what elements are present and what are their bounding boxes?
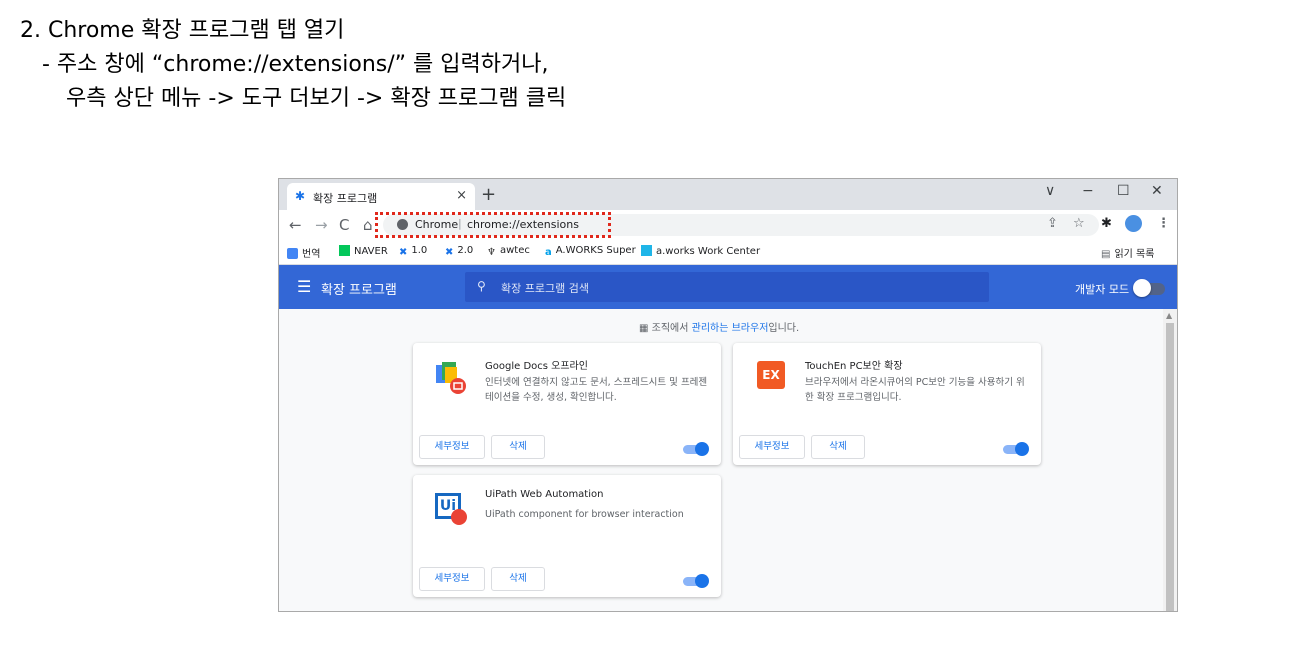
forward-button[interactable]: → [315, 216, 328, 234]
bookmark-label: awtec [499, 245, 530, 256]
new-tab-button[interactable]: + [481, 184, 496, 205]
reading-list-icon: ▤ [1101, 249, 1111, 260]
managed-suffix: 입니다. [768, 323, 800, 334]
offline-badge-icon [451, 509, 467, 525]
extension-description: 인터넷에 연결하지 않고도 문서, 스프레드시트 및 프레젠테이션을 수정, 생… [485, 377, 708, 403]
page-title: 확장 프로그램 [321, 283, 397, 298]
managed-browser-link[interactable]: 관리하는 브라우저 [692, 323, 769, 334]
hamburger-menu-icon[interactable]: ☰ [297, 277, 311, 296]
translate-icon [287, 248, 298, 259]
extensions-search-input[interactable]: ⚲ 확장 프로그램 검색 [465, 272, 989, 302]
profile-avatar[interactable] [1125, 215, 1142, 232]
tab-title: 확장 프로그램 [313, 192, 378, 205]
menu-dots-icon[interactable]: ⋮ [1157, 216, 1170, 231]
extension-card: Google Docs 오프라인 인터넷에 연결하지 않고도 문서, 스프레드시… [413, 343, 721, 465]
tab-search-chevron-icon[interactable]: ∨ [1045, 183, 1055, 199]
extension-name: TouchEn PC보안 확장 [805, 361, 903, 372]
extension-card: Ui UiPath Web Automation UiPath componen… [413, 475, 721, 597]
bookmark-uipath-1[interactable]: ✖ 1.0 [399, 245, 427, 258]
extension-name: UiPath Web Automation [485, 489, 604, 500]
uipath-ui-icon: Ui [433, 491, 469, 527]
search-icon: ⚲ [477, 279, 486, 293]
slide-instruction-line-2: 우측 상단 메뉴 -> 도구 더보기 -> 확장 프로그램 클릭 [66, 86, 567, 111]
reload-button[interactable]: C [339, 216, 349, 234]
bookmark-label: a.works Work Center [656, 246, 761, 257]
developer-mode-label: 개발자 모드 [1075, 283, 1130, 296]
reading-list-label: 읽기 목록 [1114, 249, 1155, 260]
bookmark-aworks-center[interactable]: a.works Work Center [641, 245, 760, 257]
extension-card: EX TouchEn PC보안 확장 브라우저에서 라온시큐어의 PC보안 기능… [733, 343, 1041, 465]
search-placeholder: 확장 프로그램 검색 [501, 282, 589, 295]
awtec-icon: ♆ [487, 247, 496, 258]
bookmarks-bar: 번역 NAVER ✖ 1.0 ✖ 2.0 ♆ awtec a A.WORKS Super… [279, 240, 1177, 265]
extension-enable-toggle[interactable] [695, 574, 709, 588]
tab-strip: ✱ 확장 프로그램 × + ∨ − ☐ ✕ [279, 179, 1177, 210]
remove-button[interactable]: 삭제 [811, 435, 865, 459]
developer-mode-toggle[interactable] [1133, 279, 1151, 297]
minimize-button[interactable]: − [1082, 183, 1094, 199]
scroll-up-arrow-icon[interactable]: ▲ [1166, 311, 1172, 320]
star-icon[interactable]: ☆ [1073, 216, 1085, 231]
address-bar-highlight-box [375, 212, 611, 238]
aworks-icon: a [545, 247, 552, 258]
bookmark-label: 2.0 [457, 245, 474, 256]
home-button[interactable]: ⌂ [363, 216, 373, 234]
details-button[interactable]: 세부정보 [419, 567, 485, 591]
maximize-button[interactable]: ☐ [1117, 183, 1130, 199]
extensions-content: ▦ 조직에서 관리하는 브라우저입니다. Google Docs 오프라인 인터… [279, 309, 1177, 611]
google-docs-offline-icon [433, 359, 469, 395]
naver-n-icon [339, 245, 350, 256]
browser-toolbar: ← → C ⌂ Chrome | chrome://extensions ⇪ ☆… [279, 210, 1177, 240]
remove-button[interactable]: 삭제 [491, 435, 545, 459]
bookmark-label: NAVER [354, 246, 388, 257]
managed-browser-notice: ▦ 조직에서 관리하는 브라우저입니다. [639, 319, 799, 334]
tab-close-icon[interactable]: × [456, 188, 467, 203]
extension-description: UiPath component for browser interaction [485, 509, 684, 520]
details-button[interactable]: 세부정보 [419, 435, 485, 459]
extension-enable-toggle[interactable] [1015, 442, 1029, 456]
bookmark-label: A.WORKS Super [555, 245, 636, 256]
uipath-icon: ✖ [445, 247, 454, 258]
extension-name: Google Docs 오프라인 [485, 361, 588, 372]
extensions-puzzle-icon[interactable]: ✱ [1101, 216, 1112, 231]
details-button[interactable]: 세부정보 [739, 435, 805, 459]
managed-prefix: 조직에서 [651, 323, 692, 334]
bookmark-label: 번역 [302, 249, 321, 260]
bookmark-naver[interactable]: NAVER [339, 245, 388, 257]
slide-instruction-line-1: - 주소 창에 “chrome://extensions/” 를 입력하거나, [42, 52, 549, 77]
aworks-box-icon [641, 245, 652, 256]
bookmark-uipath-2[interactable]: ✖ 2.0 [445, 245, 473, 258]
puzzle-icon: ✱ [295, 189, 306, 203]
bookmark-translate[interactable]: 번역 [287, 245, 320, 260]
browser-window: ✱ 확장 프로그램 × + ∨ − ☐ ✕ ← → C ⌂ Chrome | c… [278, 178, 1178, 612]
extensions-header: ☰ 확장 프로그램 ⚲ 확장 프로그램 검색 개발자 모드 [279, 265, 1177, 309]
bookmark-label: 1.0 [411, 245, 428, 256]
bookmark-awtec[interactable]: ♆ awtec [487, 245, 530, 258]
share-icon[interactable]: ⇪ [1047, 216, 1058, 231]
reading-list[interactable]: ▤ 읽기 목록 [1101, 245, 1154, 260]
bookmark-aworks-super[interactable]: a A.WORKS Super [545, 245, 636, 258]
touchen-ex-badge: EX [757, 361, 785, 389]
back-button[interactable]: ← [289, 216, 302, 234]
close-window-button[interactable]: ✕ [1151, 183, 1163, 199]
scrollbar-thumb[interactable] [1166, 323, 1174, 611]
slide-heading: 2. Chrome 확장 프로그램 탭 열기 [20, 18, 345, 43]
uipath-icon: ✖ [399, 247, 408, 258]
remove-button[interactable]: 삭제 [491, 567, 545, 591]
building-icon: ▦ [639, 323, 649, 334]
extension-description: 브라우저에서 라온시큐어의 PC보안 기능을 사용하기 위한 확장 프로그램입니… [805, 377, 1025, 403]
touchen-ex-icon: EX [753, 359, 789, 395]
extension-enable-toggle[interactable] [695, 442, 709, 456]
tab-extensions[interactable]: ✱ 확장 프로그램 × [287, 183, 475, 210]
